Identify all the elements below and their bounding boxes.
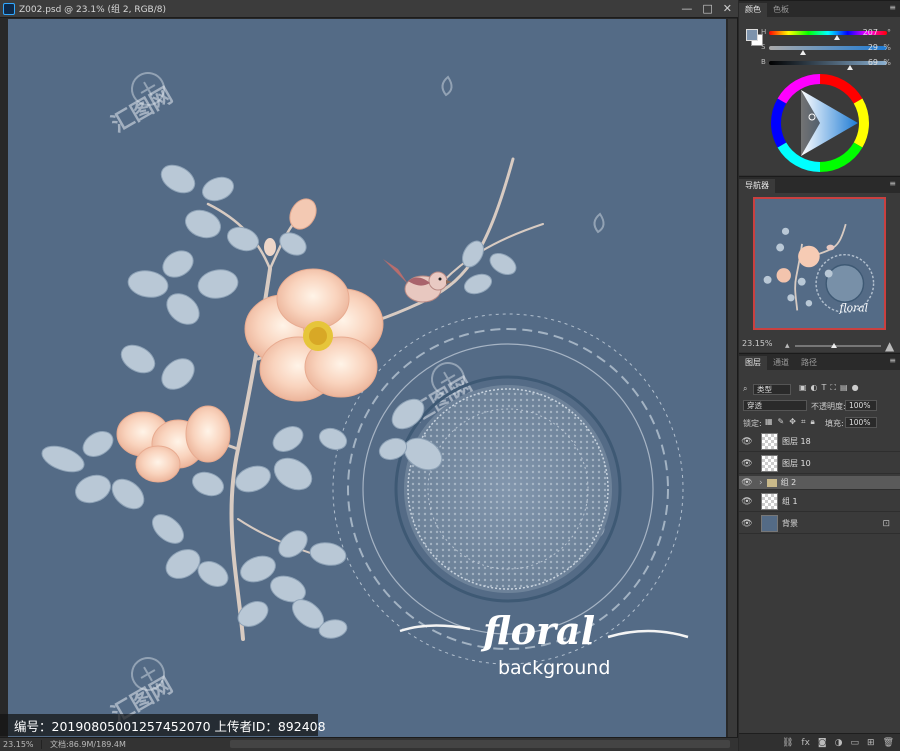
document-window: Z002.psd @ 23.1% (组 2, RGB/8) — □ ✕ 汇图网 … <box>0 0 738 751</box>
layer-thumbnail <box>761 433 778 450</box>
zoom-in-icon[interactable]: ▲ <box>885 339 894 353</box>
blend-mode-select[interactable]: 穿透 <box>743 400 807 411</box>
artwork: 汇图网 汇图网 汇图网 floral background <box>41 72 689 728</box>
document-title: Z002.psd @ 23.1% (组 2, RGB/8) <box>19 5 166 15</box>
background-subtitle: background <box>498 657 610 679</box>
layer-row-selected[interactable]: 👁︎ › 组 2 <box>739 476 900 490</box>
horizontal-scrollbar[interactable] <box>230 740 730 748</box>
visibility-eye-icon[interactable]: 👁︎ <box>739 459 755 469</box>
color-panel: 颜色 色板 ≡ H 207 ° S 29 % B 69 % <box>739 0 900 175</box>
status-zoom[interactable]: 23.15% <box>0 740 42 749</box>
lock-icons[interactable]: ▦✎✥⌗🔒︎ <box>765 417 820 427</box>
panel-menu-icon[interactable]: ≡ <box>889 4 896 12</box>
mask-icon[interactable]: ◙ <box>818 738 827 748</box>
navigator-tabs: 导航器 <box>739 177 900 193</box>
navigator-floral-text: floral <box>838 301 868 314</box>
visibility-eye-icon[interactable]: 👁︎ <box>739 478 755 488</box>
visibility-eye-icon[interactable]: 👁︎ <box>739 519 755 529</box>
document-titlebar[interactable]: Z002.psd @ 23.1% (组 2, RGB/8) — □ ✕ <box>0 0 738 18</box>
hue-unit: ° <box>887 28 891 37</box>
adjustment-icon[interactable]: ◑ <box>835 738 843 748</box>
tab-color[interactable]: 颜色 <box>739 3 767 17</box>
navigator-zoom-slider[interactable] <box>795 345 881 347</box>
layer-name[interactable]: 图层 18 <box>782 436 811 447</box>
color-tabs: 颜色 色板 <box>739 1 900 17</box>
watermark-logos <box>131 72 605 691</box>
zoom-out-icon[interactable]: ▴ <box>785 341 790 351</box>
tab-paths[interactable]: 路径 <box>795 356 823 370</box>
layer-row[interactable]: 👁︎ 背景 ⊡ <box>739 514 900 534</box>
lock-label: 锁定: <box>743 419 762 428</box>
panel-menu-icon[interactable]: ≡ <box>889 180 896 188</box>
panel-menu-icon[interactable]: ≡ <box>889 357 896 365</box>
layer-row[interactable]: 👁︎ 图层 10 <box>739 454 900 474</box>
saturation-unit: % <box>883 43 891 52</box>
layers-footer: ⛓︎ fx ◙ ◑ ▭ ⊞ 🗑︎ <box>739 733 900 751</box>
lock-icon: ⊡ <box>882 518 890 529</box>
slider-s-label: S <box>761 43 766 51</box>
fill-label: 填充: <box>825 419 844 428</box>
saturation-value[interactable]: 29 <box>868 43 878 52</box>
layer-thumbnail <box>761 493 778 510</box>
fx-icon[interactable]: fx <box>801 738 810 748</box>
filter-search-icon: ⌕ <box>743 384 748 393</box>
hue-slider-knob[interactable] <box>833 35 840 40</box>
fill-input[interactable]: 100% <box>845 417 877 428</box>
vertical-scrollbar[interactable] <box>728 19 737 737</box>
folder-icon[interactable]: ▭ <box>851 738 860 748</box>
close-button[interactable]: ✕ <box>723 2 732 15</box>
layer-name[interactable]: 背景 <box>782 518 798 529</box>
layer-row[interactable]: 👁︎ 组 1 <box>739 492 900 512</box>
color-wheel[interactable] <box>770 73 870 173</box>
layers-tabs: 图层 通道 路径 <box>739 354 900 370</box>
layer-thumbnail <box>761 515 778 532</box>
foreground-color-swatch[interactable] <box>746 29 758 41</box>
visibility-eye-icon[interactable]: 👁︎ <box>739 497 755 507</box>
brightness-unit: % <box>883 58 891 67</box>
floral-title: floral <box>480 608 595 653</box>
bird <box>383 259 452 303</box>
maximize-button[interactable]: □ <box>702 2 712 15</box>
tab-navigator[interactable]: 导航器 <box>739 179 775 193</box>
opacity-input[interactable]: 100% <box>845 400 877 411</box>
navigator-zoom-knob[interactable] <box>830 343 837 348</box>
layer-thumbnail <box>761 455 778 472</box>
layer-name[interactable]: 图层 10 <box>782 458 811 469</box>
watermark-text: 编号：20190805001257452070 上传者ID：892408 <box>14 718 326 734</box>
brightness-value[interactable]: 69 <box>868 58 878 67</box>
navigator-panel: 导航器 ≡ floral 23.15% ▴ ▲ <box>739 176 900 353</box>
tab-channels[interactable]: 通道 <box>767 356 795 370</box>
right-panel-dock: 颜色 色板 ≡ H 207 ° S 29 % B 69 % 导航器 ≡ flor… <box>739 0 900 751</box>
status-doc-size: 文档:86.9M/189.4M <box>50 740 126 749</box>
document-canvas[interactable]: 汇图网 汇图网 汇图网 floral background <box>8 19 726 737</box>
visibility-eye-icon[interactable]: 👁︎ <box>739 437 755 447</box>
photoshop-window: Z002.psd @ 23.1% (组 2, RGB/8) — □ ✕ 汇图网 … <box>0 0 900 751</box>
hue-value[interactable]: 207 <box>863 28 878 37</box>
folder-icon <box>766 478 777 487</box>
opacity-label: 不透明度: <box>811 402 846 411</box>
minimize-button[interactable]: — <box>681 2 692 15</box>
layer-name[interactable]: 组 2 <box>781 477 797 488</box>
brightness-slider-knob[interactable] <box>847 65 854 70</box>
trash-icon[interactable]: 🗑︎ <box>883 738 894 748</box>
watermark-bar: 编号：20190805001257452070 上传者ID：892408 <box>0 714 326 736</box>
filter-type-icons[interactable]: ▣◐T⛶▤● <box>799 383 863 393</box>
tab-layers[interactable]: 图层 <box>739 356 767 370</box>
tab-swatches[interactable]: 色板 <box>767 3 795 17</box>
navigator-zoom[interactable]: 23.15% <box>742 339 773 348</box>
window-controls: — □ ✕ <box>681 2 732 15</box>
slider-h-label: H <box>761 28 767 36</box>
layer-filter-select[interactable]: 类型 <box>753 384 791 395</box>
ps-file-icon <box>3 2 15 15</box>
layers-panel: 图层 通道 路径 ≡ ⌕ 类型 ▣◐T⛶▤● 穿透 不透明度: 100% 锁定:… <box>739 353 900 751</box>
layer-name[interactable]: 组 1 <box>782 496 798 507</box>
new-layer-icon[interactable]: ⊞ <box>867 738 875 748</box>
navigator-preview[interactable]: floral <box>753 197 886 330</box>
saturation-slider-knob[interactable] <box>800 50 807 55</box>
layer-row[interactable]: 👁︎ 图层 18 <box>739 432 900 452</box>
expand-chevron-icon[interactable]: › <box>759 478 763 488</box>
link-icon[interactable]: ⛓︎ <box>782 738 793 748</box>
slider-b-label: B <box>761 58 766 66</box>
